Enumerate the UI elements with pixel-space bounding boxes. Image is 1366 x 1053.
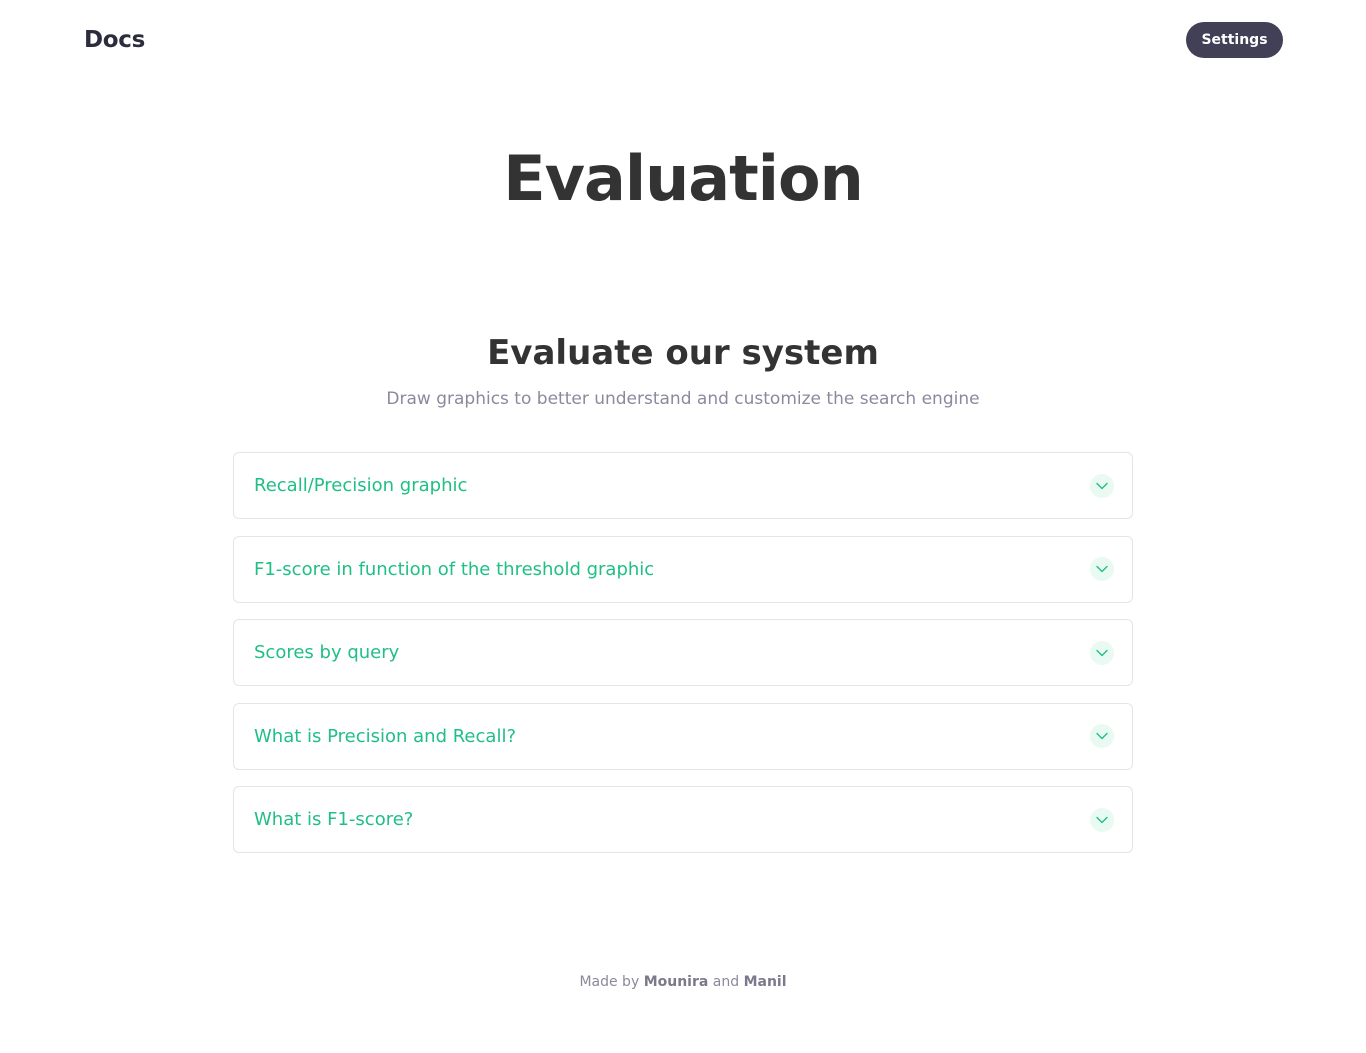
settings-button[interactable]: Settings (1186, 22, 1283, 58)
logo[interactable]: Docs (84, 27, 145, 53)
chevron-down-icon[interactable] (1090, 557, 1114, 581)
accordion: Recall/Precision graphic F1-score in fun… (233, 452, 1133, 870)
page-title: Evaluation (503, 142, 863, 215)
accordion-item-label: F1-score in function of the threshold gr… (254, 558, 655, 580)
accordion-item-scores-by-query[interactable]: Scores by query (233, 619, 1133, 686)
chevron-down-icon[interactable] (1090, 807, 1114, 832)
footer-author-1: Mounira (643, 974, 709, 990)
footer-prefix: Made by (579, 974, 640, 990)
footer-conjunction: and (712, 974, 740, 990)
accordion-item-f1-threshold-graphic[interactable]: F1-score in function of the threshold gr… (233, 535, 1133, 603)
accordion-item-label: Recall/Precision graphic (254, 475, 468, 496)
accordion-item-label: Scores by query (254, 642, 400, 663)
accordion-item-recall-precision-graphic[interactable]: Recall/Precision graphic (233, 452, 1133, 519)
chevron-down-icon[interactable] (1090, 724, 1114, 748)
accordion-item-label: What is F1-score? (254, 809, 414, 830)
section-subtitle: Draw graphics to better understand and c… (386, 389, 980, 409)
accordion-item-f1-score-faq[interactable]: What is F1-score? (233, 786, 1133, 853)
footer-author-2: Manil (743, 974, 787, 990)
section-title: Evaluate our system (487, 333, 879, 373)
accordion-item-label: What is Precision and Recall? (254, 725, 516, 747)
accordion-item-precision-recall-faq[interactable]: What is Precision and Recall? (233, 702, 1133, 770)
footer: Made by Mounira and Manil (0, 974, 1366, 990)
chevron-down-icon[interactable] (1090, 473, 1114, 498)
chevron-down-icon[interactable] (1090, 640, 1114, 665)
